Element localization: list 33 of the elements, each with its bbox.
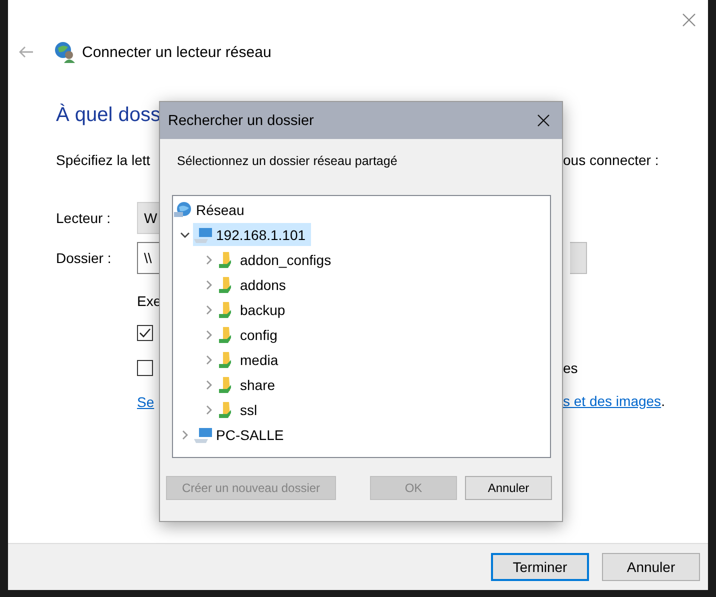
checkbox[interactable] xyxy=(137,360,153,376)
tree-item[interactable]: PC-SALLE xyxy=(193,423,289,446)
tree-item[interactable]: addon_configs xyxy=(217,248,336,271)
close-icon[interactable] xyxy=(537,114,550,127)
tree-item[interactable]: backup xyxy=(217,298,290,321)
network-drive-icon xyxy=(54,41,76,63)
folder-label: Dossier : xyxy=(56,250,112,266)
finish-button[interactable]: Terminer xyxy=(491,553,589,581)
tree-item[interactable]: ssl xyxy=(217,398,262,421)
description-text: ous connecter : xyxy=(563,152,659,168)
tree-item[interactable]: share xyxy=(217,373,280,396)
tree-item[interactable]: Réseau xyxy=(173,198,250,221)
computer-icon xyxy=(193,426,213,444)
cancel-button[interactable]: Annuler xyxy=(465,476,552,500)
checkbox-label: es xyxy=(563,360,578,376)
window-title: Connecter un lecteur réseau xyxy=(82,44,272,60)
cancel-button[interactable]: Annuler xyxy=(602,553,700,581)
tree-item[interactable]: config xyxy=(217,323,282,346)
computer-icon xyxy=(193,226,213,244)
instruction-text: Sélectionnez un dossier réseau partagé xyxy=(177,154,398,170)
link[interactable]: s et des images xyxy=(563,393,662,409)
tree-item[interactable]: addons xyxy=(217,273,291,296)
browse-button[interactable] xyxy=(570,242,587,274)
drive-label: Lecteur : xyxy=(56,210,112,226)
network-globe-icon xyxy=(173,200,193,218)
dialog-title: Rechercher un dossier xyxy=(168,112,314,128)
tree-item[interactable]: media xyxy=(217,348,284,371)
page-heading: À quel doss xyxy=(56,104,161,128)
tree-item[interactable]: 192.168.1.101 xyxy=(193,223,311,246)
description-text: Spécifiez la lett xyxy=(56,152,150,168)
back-arrow-icon[interactable] xyxy=(18,46,34,58)
period-text: . xyxy=(661,393,665,409)
checkbox[interactable] xyxy=(137,325,153,341)
